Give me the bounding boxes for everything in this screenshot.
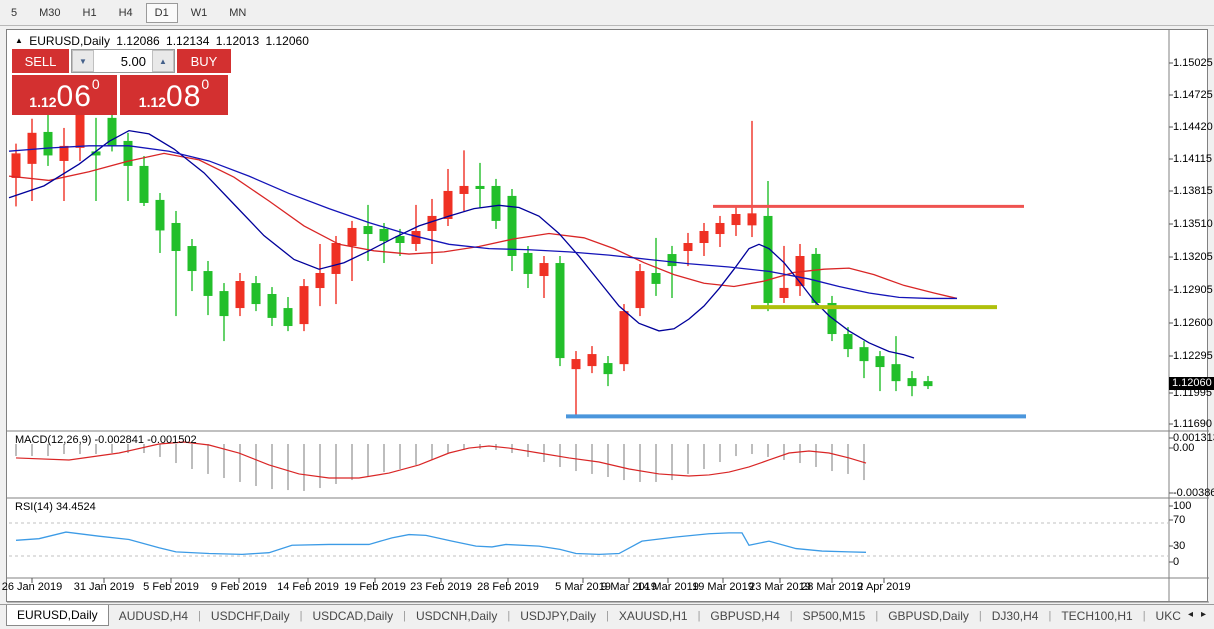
- chart-tab-usdcnh-daily[interactable]: USDCNH,Daily: [406, 605, 507, 626]
- chart-tab-xauusd-h1[interactable]: XAUUSD,H1: [609, 605, 698, 626]
- one-click-trade-panel: SELL ▼ 5.00 ▲ BUY 1.12 06 0 1.12 08 0: [12, 49, 231, 115]
- date-axis-label: 28 Feb 2019: [477, 581, 539, 593]
- rsi-axis-label: 70: [1173, 514, 1185, 526]
- buy-button[interactable]: BUY: [175, 49, 231, 73]
- chart-symbol-icon: ▲: [15, 36, 23, 45]
- price-axis-label: 1.15025: [1173, 57, 1213, 69]
- chart-tab-usdcad-daily[interactable]: USDCAD,Daily: [302, 605, 403, 626]
- bid-price-big: 06: [57, 82, 92, 112]
- volume-increase-button[interactable]: ▲: [152, 50, 174, 72]
- volume-box: ▼ 5.00 ▲: [71, 49, 175, 73]
- date-axis-label: 26 Jan 2019: [2, 581, 63, 593]
- price-axis-label: 1.13510: [1173, 218, 1213, 230]
- chart-canvas[interactable]: [7, 30, 1209, 608]
- ask-price-sup: 0: [201, 77, 209, 91]
- date-axis-label: 23 Feb 2019: [410, 581, 472, 593]
- date-axis-label: 28 Mar 2019: [801, 581, 863, 593]
- ask-price-panel[interactable]: 1.12 08 0: [120, 75, 228, 115]
- chart-tab-gbpusd-daily[interactable]: GBPUSD,Daily: [878, 605, 979, 626]
- date-axis-label: 19 Feb 2019: [344, 581, 406, 593]
- volume-input[interactable]: 5.00: [94, 50, 152, 72]
- sell-button[interactable]: SELL: [12, 49, 71, 73]
- tab-scroll-arrows: ◂ ▸: [1184, 607, 1210, 622]
- chart-tab-tech100-h1[interactable]: TECH100,H1: [1051, 605, 1142, 626]
- bid-price-small: 1.12: [29, 92, 56, 112]
- timeframe-d1[interactable]: D1: [146, 3, 178, 23]
- price-axis-label: 1.13815: [1173, 185, 1213, 197]
- date-axis-label: 2 Apr 2019: [857, 581, 910, 593]
- price-axis-label: 1.13205: [1173, 251, 1213, 263]
- bid-price-sup: 0: [92, 77, 100, 91]
- tab-scroll-left-icon[interactable]: ◂: [1188, 609, 1193, 620]
- macd-indicator-label: MACD(12,26,9) -0.002841 -0.001502: [15, 434, 197, 446]
- price-axis-label: 1.12905: [1173, 284, 1213, 296]
- rsi-axis-label: 0: [1173, 556, 1179, 568]
- chart-tab-usdchf-daily[interactable]: USDCHF,Daily: [201, 605, 300, 626]
- rsi-indicator-label: RSI(14) 34.4524: [15, 501, 96, 513]
- ohlc-close: 1.12060: [266, 34, 309, 48]
- current-price-badge: 1.12060: [1169, 377, 1214, 390]
- date-axis-label: 19 Mar 2019: [692, 581, 754, 593]
- rsi-axis-label: 30: [1173, 540, 1185, 552]
- volume-decrease-button[interactable]: ▼: [72, 50, 94, 72]
- ohlc-high: 1.12134: [166, 34, 209, 48]
- date-axis-label: 9 Feb 2019: [211, 581, 267, 593]
- chart-tab-dj30-h4[interactable]: DJ30,H4: [982, 605, 1049, 626]
- date-axis-label: 14 Feb 2019: [277, 581, 339, 593]
- timeframe-h4[interactable]: H4: [110, 3, 142, 23]
- chart-tab-bar: EURUSD,DailyAUDUSD,H4|USDCHF,Daily|USDCA…: [0, 604, 1214, 626]
- bid-price-panel[interactable]: 1.12 06 0: [12, 75, 120, 115]
- price-axis-label: 1.11690: [1173, 418, 1212, 430]
- ohlc-low: 1.12013: [216, 34, 259, 48]
- chart-tab-eurusd-daily[interactable]: EURUSD,Daily: [6, 605, 109, 626]
- chart-window[interactable]: ▲ EURUSD,Daily 1.12086 1.12134 1.12013 1…: [6, 29, 1208, 602]
- ask-price-big: 08: [166, 82, 201, 112]
- price-axis-label: 1.14115: [1173, 153, 1212, 165]
- tab-scroll-right-icon[interactable]: ▸: [1201, 609, 1206, 620]
- date-axis-label: 31 Jan 2019: [74, 581, 135, 593]
- timeframe-h1[interactable]: H1: [74, 3, 106, 23]
- chart-tab-sp500-m15[interactable]: SP500,M15: [793, 605, 876, 626]
- price-axis-label: 1.14420: [1173, 121, 1213, 133]
- terminal-window: 5 M30 H1 H4 D1 W1 MN ▲ EURUSD,Daily 1.12…: [0, 0, 1214, 629]
- price-axis-label: 1.14725: [1173, 89, 1213, 101]
- chart-tab-usdjpy-daily[interactable]: USDJPY,Daily: [510, 605, 606, 626]
- timeframe-w1[interactable]: W1: [182, 3, 217, 23]
- chart-title: ▲ EURUSD,Daily 1.12086 1.12134 1.12013 1…: [15, 34, 312, 48]
- macd-axis-label: -0.003862: [1173, 487, 1214, 499]
- macd-axis-label: 0.00: [1173, 442, 1194, 454]
- price-axis-label: 1.12600: [1173, 317, 1213, 329]
- timeframe-toolbar: 5 M30 H1 H4 D1 W1 MN: [0, 0, 1214, 26]
- price-axis-label: 1.12295: [1173, 350, 1213, 362]
- ask-price-small: 1.12: [139, 92, 166, 112]
- date-axis-label: 5 Feb 2019: [143, 581, 199, 593]
- chart-tab-gbpusd-h4[interactable]: GBPUSD,H4: [700, 605, 789, 626]
- rsi-axis-label: 100: [1173, 500, 1191, 512]
- timeframe-m30[interactable]: M30: [30, 3, 69, 23]
- timeframe-m5[interactable]: 5: [2, 3, 26, 23]
- date-axis-label: 14 Mar 2019: [637, 581, 699, 593]
- timeframe-mn[interactable]: MN: [220, 3, 255, 23]
- chart-symbol-label: EURUSD,Daily: [29, 34, 110, 48]
- ohlc-open: 1.12086: [116, 34, 159, 48]
- chart-tab-audusd-h4[interactable]: AUDUSD,H4: [109, 605, 198, 626]
